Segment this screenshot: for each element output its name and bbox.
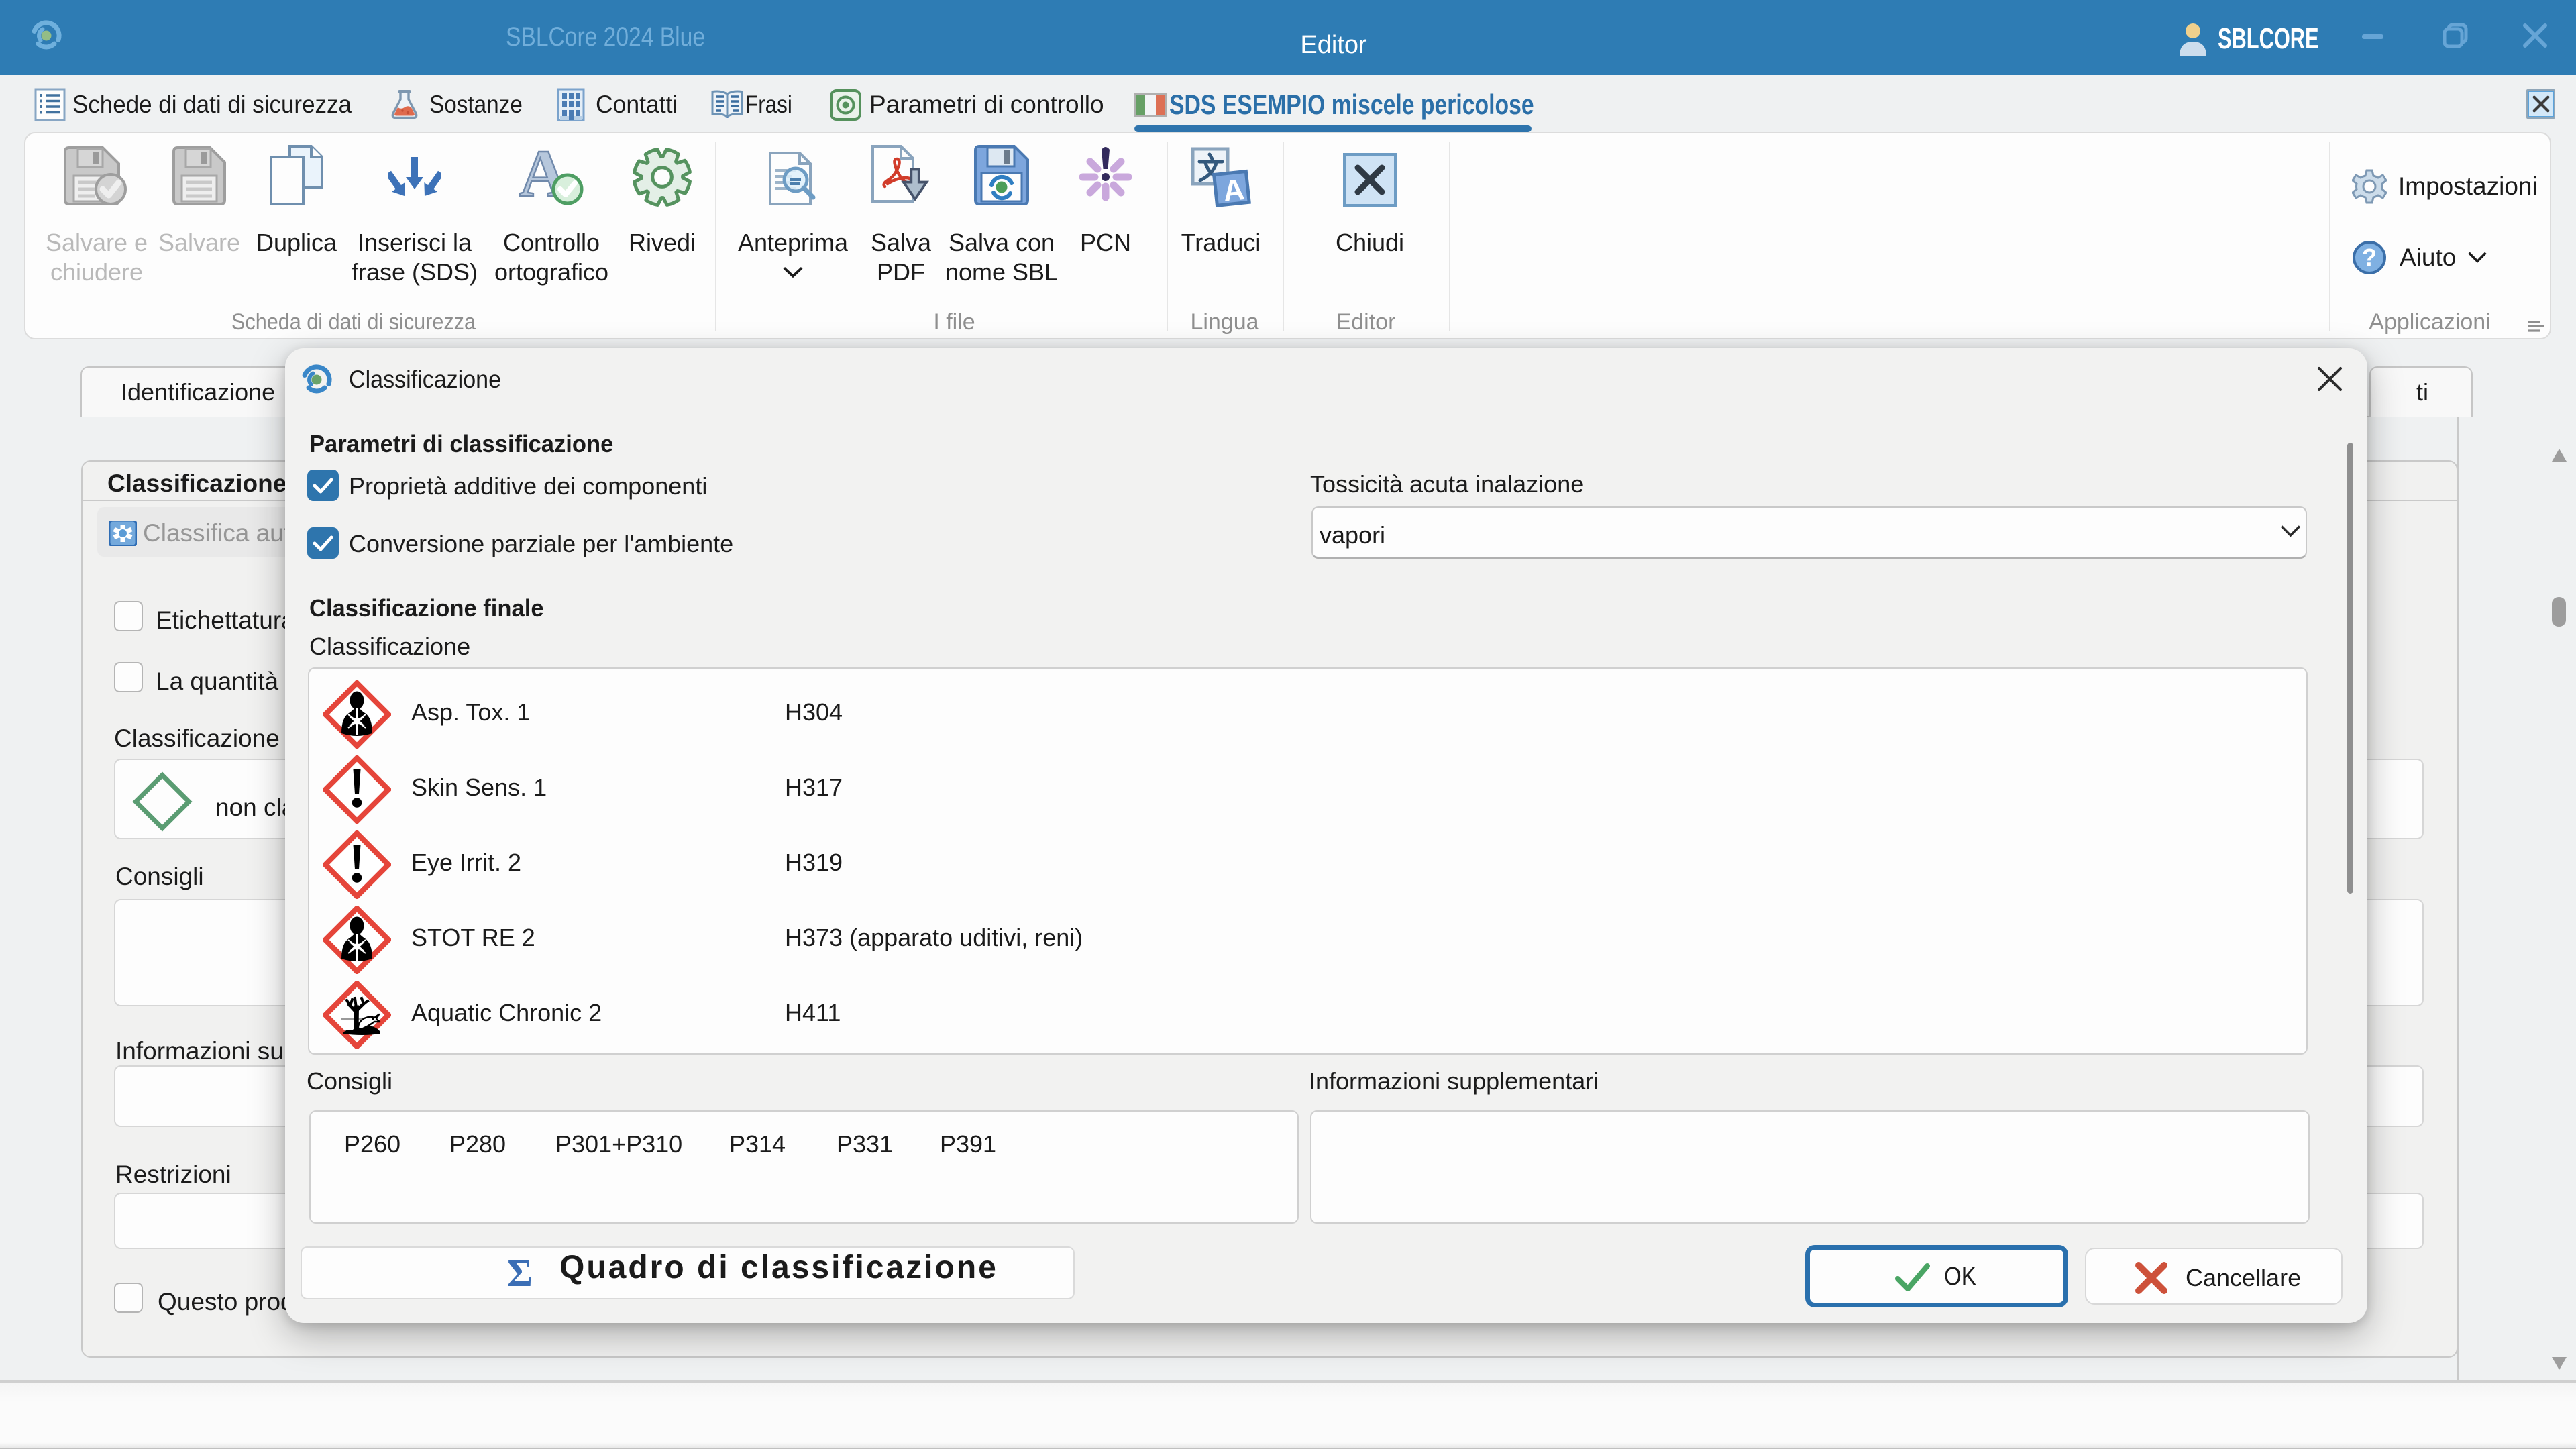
svg-text:A: A xyxy=(1222,173,1246,207)
svg-text:?: ? xyxy=(2362,244,2377,271)
